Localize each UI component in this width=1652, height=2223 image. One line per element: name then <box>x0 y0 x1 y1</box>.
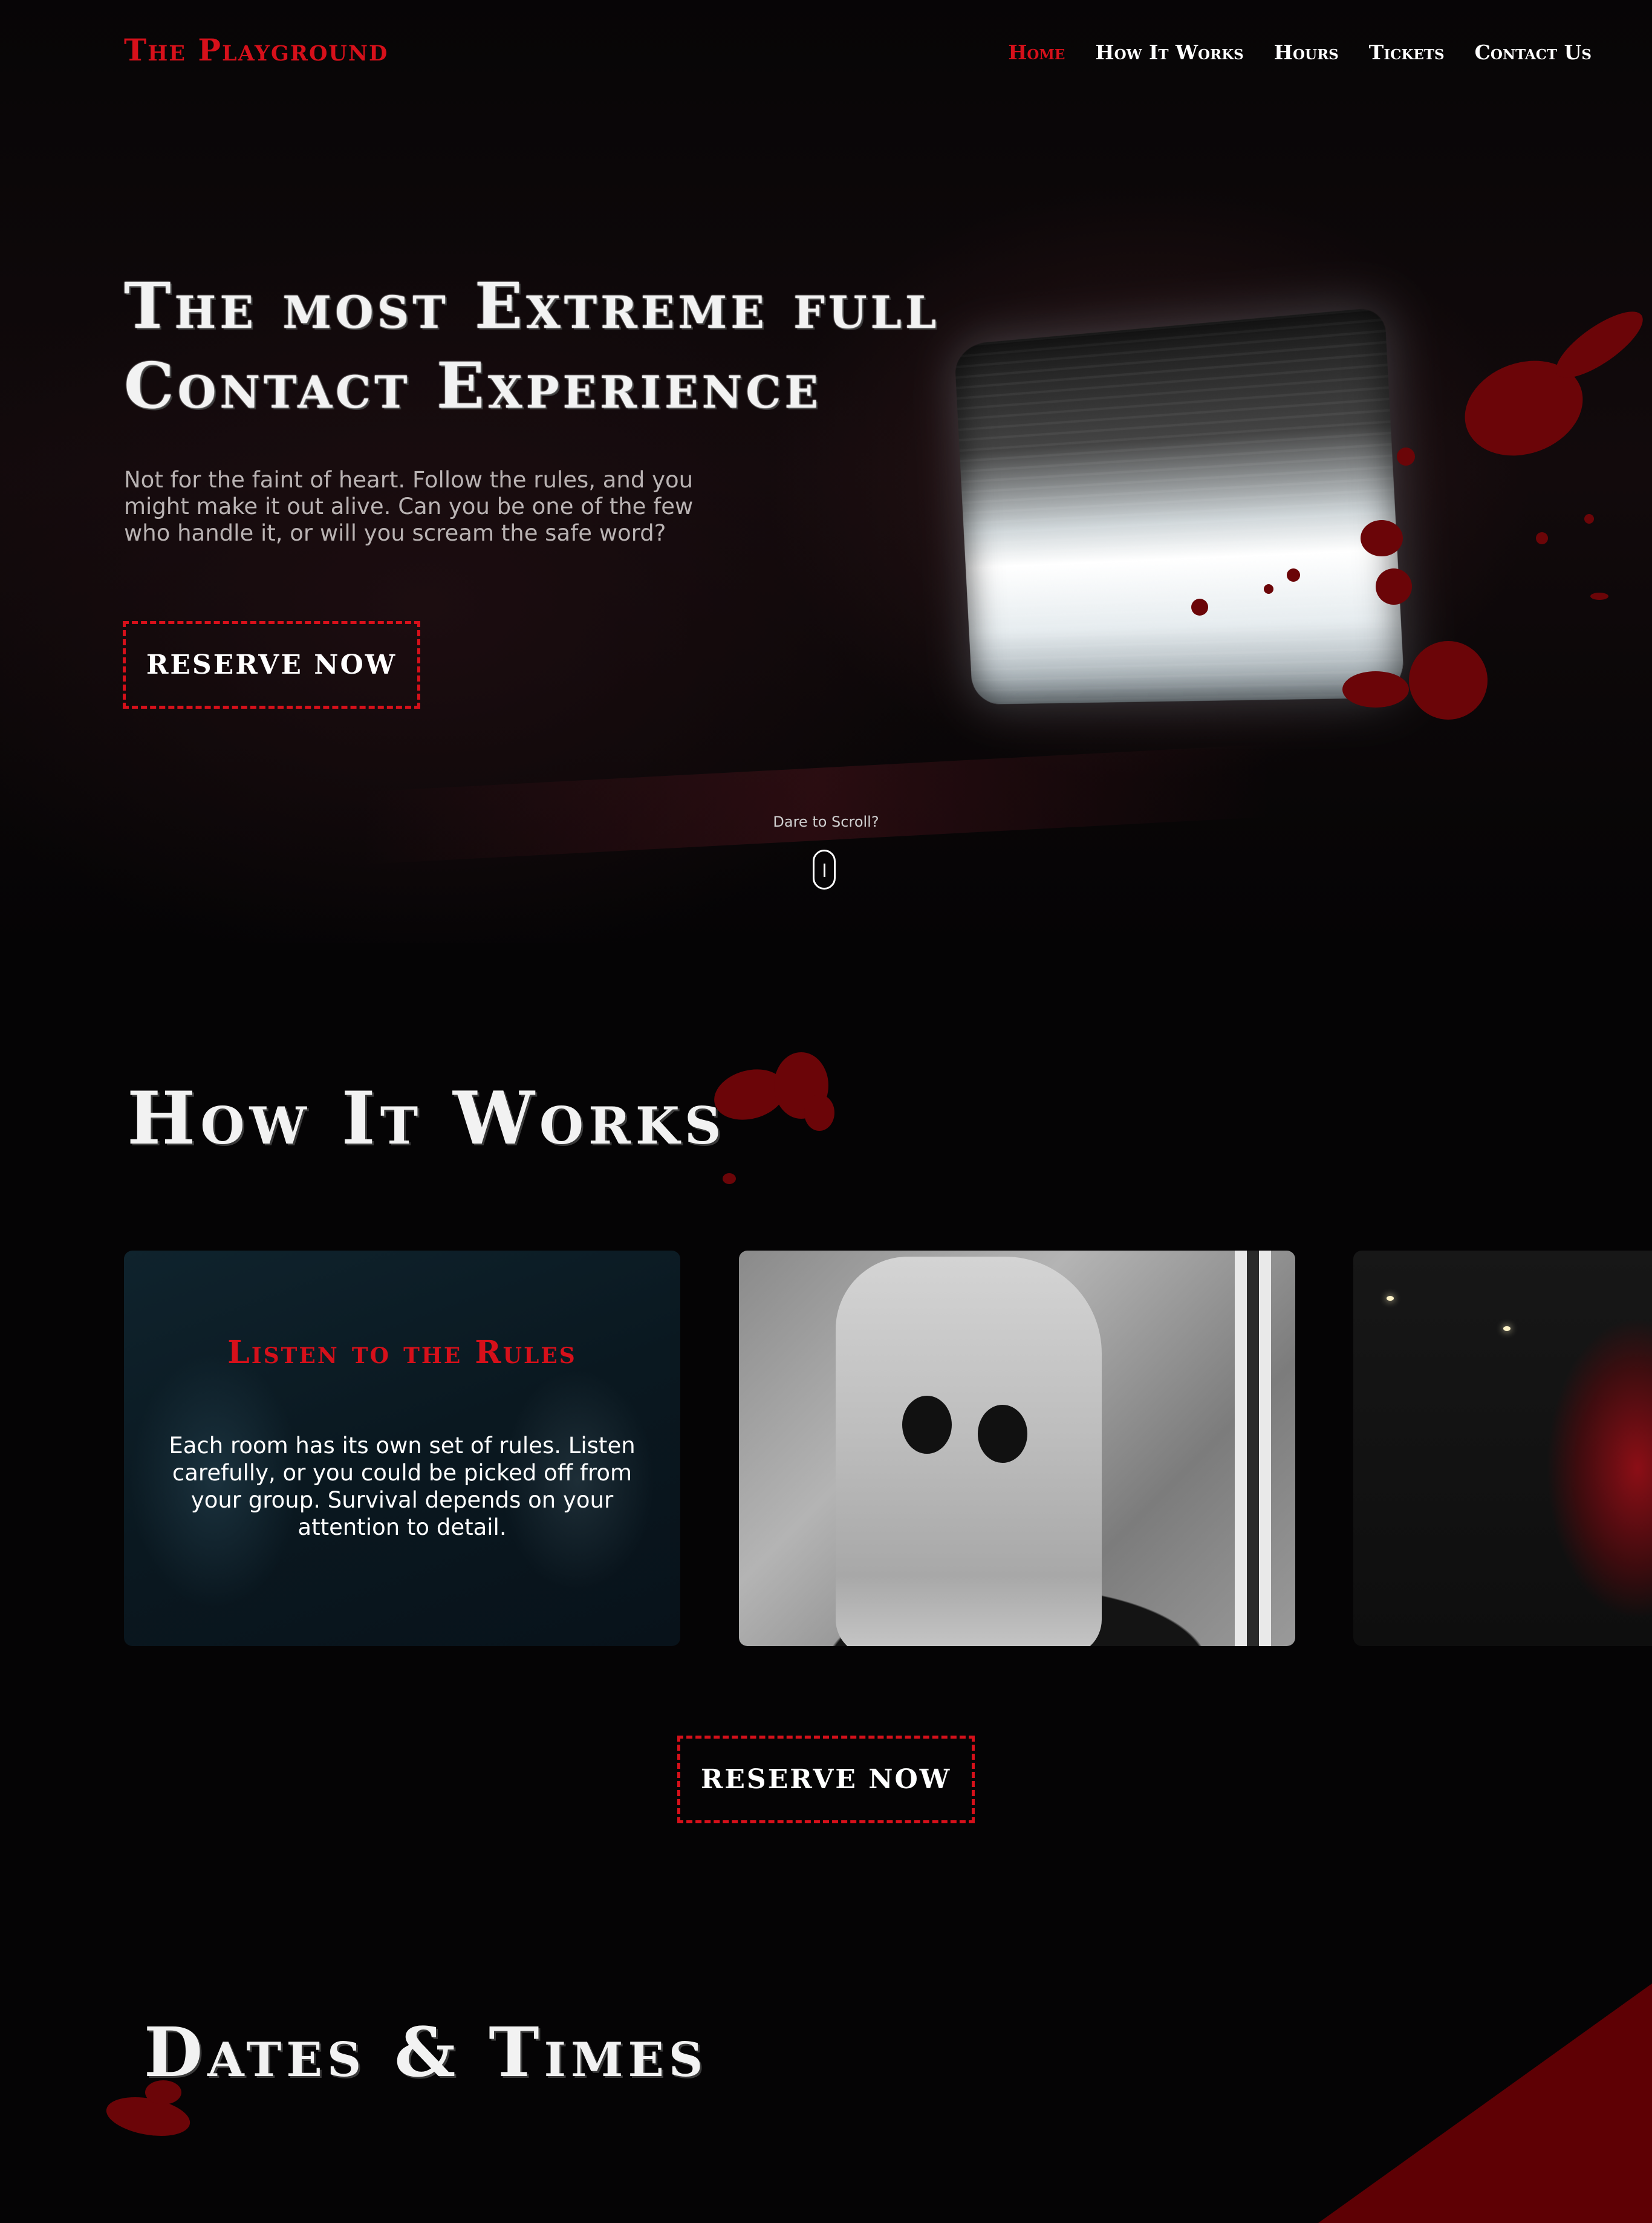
dates-times-title: Dates & Times <box>144 2013 708 2092</box>
site-header: The Playground Home How It Works Hours T… <box>0 0 1652 115</box>
scroll-prompt: Dare to Scroll? <box>773 813 879 830</box>
mask-eye-right <box>978 1405 1027 1463</box>
rules-card-text: Each room has its own set of rules. List… <box>169 1433 636 1540</box>
hero-title: The most Extreme full Contact Experience <box>124 266 1091 426</box>
sack-mask-image <box>836 1257 1102 1646</box>
ceiling-light <box>1387 1296 1394 1301</box>
site-logo[interactable]: The Playground <box>124 35 388 65</box>
how-it-works-title: How It Works <box>127 1076 726 1161</box>
hero-title-line-2: Contact Experience <box>124 348 822 423</box>
nav-item-tickets[interactable]: Tickets <box>1369 42 1445 62</box>
mask-eye-left <box>902 1396 952 1454</box>
rules-card: Listen to the Rules Each room has its ow… <box>124 1251 680 1646</box>
hero-description: Not for the faint of heart. Follow the r… <box>124 467 694 546</box>
red-lit-figure-card <box>1353 1251 1652 1646</box>
hero-title-line-1: The most Extreme full <box>124 269 940 343</box>
nav-item-how-it-works[interactable]: How It Works <box>1095 42 1243 62</box>
nav-item-hours[interactable]: Hours <box>1274 42 1339 62</box>
nav-item-home[interactable]: Home <box>1008 42 1065 62</box>
nav-item-contact-us[interactable]: Contact Us <box>1475 42 1592 62</box>
hero-reserve-button[interactable]: RESERVE NOW <box>123 621 420 709</box>
ceiling-light <box>1503 1326 1511 1331</box>
hero-section: The most Extreme full Contact Experience… <box>0 0 1652 943</box>
how-it-works-reserve-button[interactable]: RESERVE NOW <box>677 1736 975 1823</box>
masked-figure-card <box>739 1251 1295 1646</box>
main-nav: Home How It Works Hours Tickets Contact … <box>1008 42 1592 62</box>
mouse-scroll-icon[interactable] <box>813 850 836 890</box>
hero-floor-glow <box>363 744 1270 865</box>
rules-card-title: Listen to the Rules <box>227 1334 577 1371</box>
